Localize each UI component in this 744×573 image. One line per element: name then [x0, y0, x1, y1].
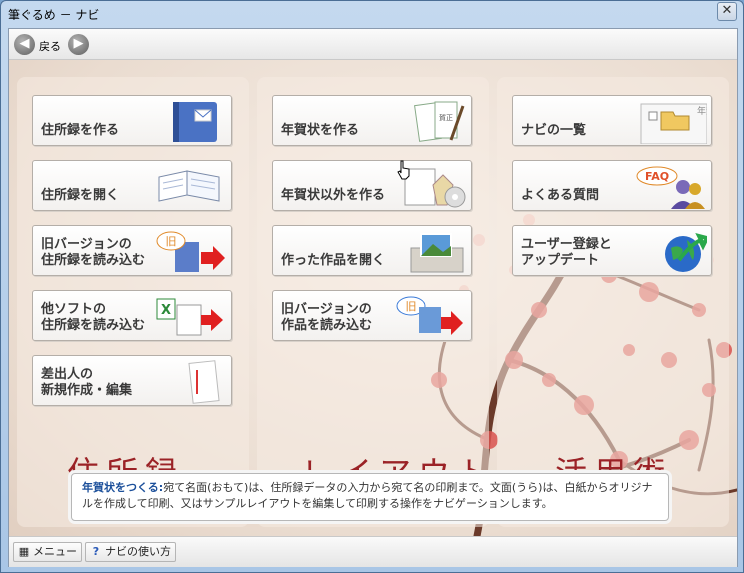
help-icon: ? — [92, 545, 100, 558]
card-label: 作った作品を開く — [281, 253, 386, 268]
card-label: 差出人の 新規作成・編集 — [41, 367, 133, 398]
old-version-import-icon: 旧 — [156, 231, 225, 272]
sender-edit-button[interactable]: 差出人の 新規作成・編集 — [32, 355, 232, 406]
forward-button[interactable]: ▶ — [68, 34, 89, 55]
description-box: 年賀状をつくる:宛て名面(おもて)は、住所録データの入力から宛て名の印刷まで。文… — [71, 473, 669, 521]
menu-icon: ▦ — [18, 545, 30, 558]
forward-arrow-icon: ▶ — [73, 36, 84, 51]
create-new-year-card-button[interactable]: 年賀状を作る 賀正 — [272, 95, 472, 146]
back-button[interactable]: ◀ — [14, 34, 35, 55]
nav-content: 住所録を作る 住所録を開く 旧バージョンの 住所録を読み込む 旧 他ソフトの 住… — [9, 60, 737, 536]
bottom-bar: ▦ メニュー ? ナビの使い方 — [9, 536, 737, 567]
svg-text:X: X — [161, 303, 171, 318]
faq-people-icon: FAQ — [636, 166, 705, 209]
client-area: ◀ 戻る ▶ 住所録を作る 住所録を開く 旧バージョンの 住所録を読み込む 旧 … — [8, 28, 738, 567]
open-address-book-button[interactable]: 住所録を開く — [32, 160, 232, 211]
description-heading: 年賀状をつくる: — [82, 481, 164, 494]
navi-list-badge-text: 年賀 — [697, 105, 707, 117]
card-label: 他ソフトの 住所録を読み込む — [41, 302, 146, 333]
hand-cursor-icon — [397, 160, 410, 180]
menu-label: メニュー — [33, 545, 77, 558]
globe-update-icon — [665, 233, 707, 272]
open-folder-icon — [410, 233, 464, 273]
help-label: ナビの使い方 — [105, 545, 171, 558]
create-address-book-button[interactable]: 住所録を作る — [32, 95, 232, 146]
navi-list-button[interactable]: ナビの一覧 年賀 — [512, 95, 712, 146]
spreadsheet-import-icon: X — [156, 298, 223, 336]
card-label: 住所録を作る — [41, 123, 120, 138]
menu-button[interactable]: ▦ メニュー — [13, 542, 82, 562]
import-old-address-book-button[interactable]: 旧バージョンの 住所録を読み込む 旧 — [32, 225, 232, 276]
card-label: よくある質問 — [521, 188, 600, 203]
create-other-cards-button[interactable]: 年賀状以外を作る — [272, 160, 472, 211]
open-book-icon — [158, 170, 220, 202]
faq-badge-text: FAQ — [645, 170, 669, 183]
navi-list-icon: 年賀 — [640, 103, 707, 144]
title-bar: 筆ぐるめ － ナビ ✕ — [1, 1, 743, 27]
import-old-work-button[interactable]: 旧バージョンの 作品を読み込む 旧 — [272, 290, 472, 341]
card-label: ナビの一覧 — [521, 123, 587, 138]
card-label: 旧バージョンの 住所録を読み込む — [41, 237, 146, 268]
how-to-use-navi-button[interactable]: ? ナビの使い方 — [85, 542, 176, 562]
old-work-import-icon: 旧 — [396, 296, 463, 335]
back-arrow-icon: ◀ — [19, 36, 30, 51]
old-badge-text: 旧 — [406, 300, 417, 313]
user-registration-update-button[interactable]: ユーザー登録と アップデート — [512, 225, 712, 276]
old-badge-text: 旧 — [166, 235, 177, 248]
app-window: 筆ぐるめ － ナビ ✕ ◀ 戻る ▶ 住所録を作る 住所録を開く 旧バージョンの… — [0, 0, 744, 573]
window-title: 筆ぐるめ － ナビ — [8, 8, 100, 22]
new-year-badge-text: 賀正 — [439, 113, 453, 122]
card-label: 旧バージョンの 作品を読み込む — [281, 302, 373, 333]
faq-button[interactable]: よくある質問 FAQ — [512, 160, 712, 211]
new-year-card-icon: 賀正 — [414, 101, 465, 142]
card-label: 年賀状以外を作る — [281, 188, 386, 203]
close-icon: ✕ — [721, 3, 733, 18]
address-book-icon — [173, 102, 217, 142]
open-saved-work-button[interactable]: 作った作品を開く — [272, 225, 472, 276]
postcard-icon — [188, 360, 220, 404]
card-label: 住所録を開く — [41, 188, 120, 203]
import-other-software-button[interactable]: 他ソフトの 住所録を読み込む X — [32, 290, 232, 341]
description-text: 宛て名面(おもて)は、住所録データの入力から宛て名の印刷まで。文面(うら)は、白… — [82, 481, 653, 510]
card-label: ユーザー登録と アップデート — [521, 237, 612, 268]
card-label: 年賀状を作る — [281, 123, 360, 138]
close-button[interactable]: ✕ — [717, 2, 737, 21]
back-label[interactable]: 戻る — [39, 38, 61, 54]
toolbar: ◀ 戻る ▶ — [9, 29, 737, 60]
